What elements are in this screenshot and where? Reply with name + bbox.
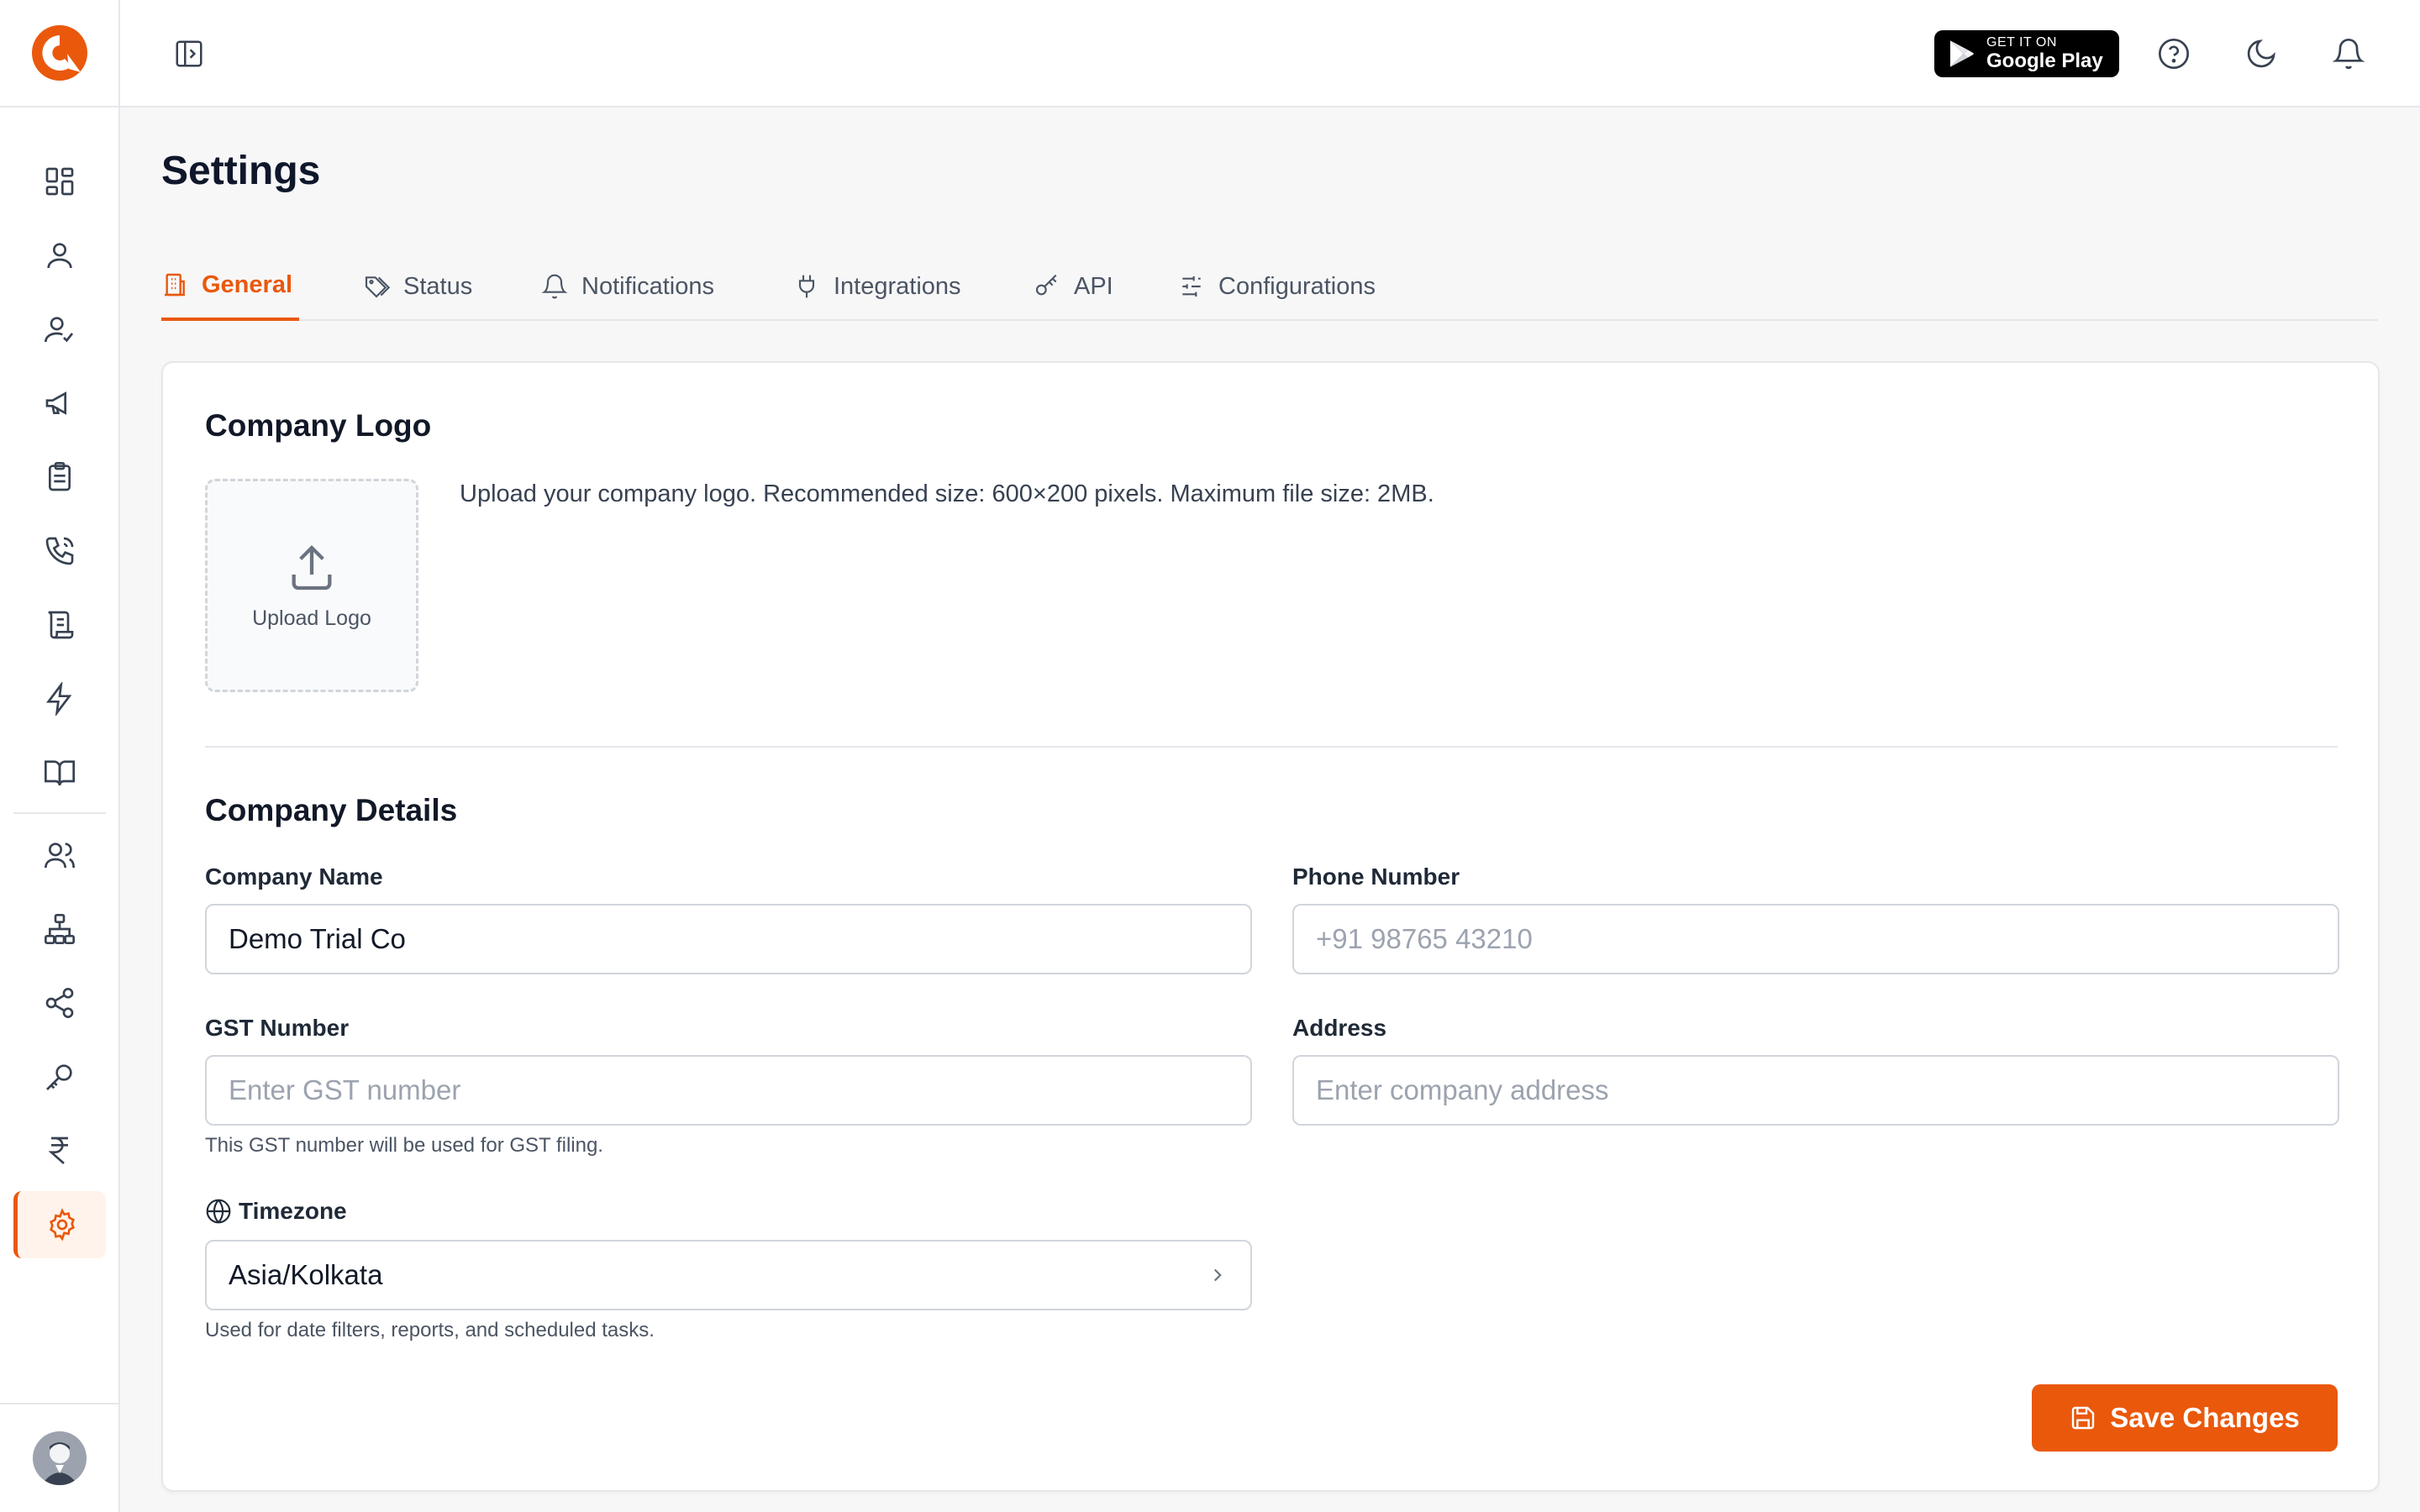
timezone-select[interactable]: Asia/Kolkata [205, 1240, 1252, 1310]
gst-number-label: GST Number [205, 1015, 350, 1041]
company-details-heading: Company Details [205, 793, 458, 827]
address-label: Address [1292, 1015, 1387, 1041]
clipboard-icon [49, 462, 71, 491]
help-circle-icon [2159, 39, 2189, 69]
sidebar-item-knowledge[interactable] [13, 739, 106, 806]
sidebar-item-share[interactable] [13, 969, 106, 1037]
save-changes-label: Save Changes [2110, 1402, 2300, 1433]
user-icon [47, 243, 72, 269]
user-check-icon [45, 317, 74, 343]
tab-label: Integrations [834, 272, 961, 300]
scroll-icon [48, 611, 74, 639]
zap-icon [46, 682, 72, 716]
sidebar-item-billing[interactable] [13, 1117, 106, 1184]
tab-label: Status [403, 272, 473, 300]
timezone-value: Asia/Kolkata [229, 1259, 383, 1290]
users-icon [45, 843, 75, 869]
timezone-label: Timezone [205, 1198, 347, 1225]
upload-logo-description: Upload your company logo. Recommended si… [460, 480, 1434, 507]
app-logo[interactable] [0, 0, 118, 108]
tab-label: General [202, 270, 292, 298]
tag-icon [365, 276, 390, 298]
sidebar-item-tasks[interactable] [13, 444, 106, 511]
megaphone-icon [45, 391, 66, 415]
gst-number-hint: This GST number will be used for GST fil… [205, 1134, 603, 1157]
sitemap-icon [45, 914, 75, 944]
sidebar-item-settings[interactable] [13, 1191, 106, 1258]
tab-notifications[interactable]: Notifications [541, 252, 714, 321]
google-play-small: GET IT ON [1986, 35, 2057, 50]
key-icon [46, 1064, 72, 1090]
avatar-icon [32, 1431, 87, 1485]
tab-general[interactable]: General [161, 252, 299, 321]
upload-logo-dropzone[interactable]: Upload Logo [205, 479, 418, 692]
page-title: Settings [161, 149, 321, 193]
sidebar-item-keys[interactable] [13, 1043, 106, 1110]
tab-label: API [1074, 272, 1113, 300]
company-name-input[interactable] [205, 904, 1252, 974]
sidebar-footer [0, 1403, 118, 1512]
upload-icon [292, 544, 332, 590]
sidebar [0, 0, 120, 1512]
phone-number-label: Phone Number [1292, 864, 1460, 890]
company-name-label: Company Name [205, 864, 383, 890]
help-button[interactable] [2155, 35, 2192, 72]
sidebar-item-team[interactable] [13, 822, 106, 889]
google-play-big: Google Play [1986, 50, 2103, 72]
dashboard-icon [45, 167, 74, 196]
sidebar-item-calls[interactable] [13, 517, 106, 585]
sidebar-item-scripts[interactable] [13, 591, 106, 659]
sidebar-item-automations[interactable] [13, 665, 106, 732]
bell-icon [2332, 39, 2365, 70]
rupee-icon [48, 1137, 68, 1164]
timezone-label-text: Timezone [239, 1198, 347, 1224]
save-icon [2071, 1406, 2095, 1430]
tab-label: Notifications [581, 272, 714, 300]
tab-integrations[interactable]: Integrations [793, 252, 961, 321]
share-icon [45, 988, 74, 1018]
address-input[interactable] [1292, 1055, 2339, 1126]
globe-icon [206, 1199, 231, 1224]
sliders-icon [1182, 276, 1201, 297]
gst-number-input[interactable] [205, 1055, 1252, 1126]
avatar[interactable] [32, 1431, 87, 1485]
timezone-hint: Used for date filters, reports, and sche… [205, 1319, 655, 1341]
sidebar-item-leads[interactable] [13, 296, 106, 363]
sidebar-item-contacts[interactable] [13, 222, 106, 289]
key-icon [1035, 274, 1057, 296]
notifications-button[interactable] [2330, 35, 2367, 72]
play-store-icon [1949, 40, 1974, 67]
chevron-right-icon [1213, 1268, 1222, 1282]
brand-logo-icon [31, 25, 87, 81]
tab-status[interactable]: Status [363, 252, 472, 321]
section-divider [205, 746, 2338, 748]
company-logo-heading: Company Logo [205, 408, 432, 443]
plug-icon [798, 275, 815, 298]
panel-toggle-icon [176, 40, 203, 67]
book-open-icon [45, 760, 75, 786]
sidebar-item-hierarchy[interactable] [13, 895, 106, 963]
tab-label: Configurations [1218, 272, 1376, 300]
app-root: GET IT ON Google Play Settings General S… [0, 0, 2420, 1512]
phone-call-icon [45, 537, 74, 565]
phone-number-input[interactable] [1292, 904, 2339, 974]
sidebar-divider [13, 812, 106, 814]
top-bar: GET IT ON Google Play [120, 0, 2420, 108]
bell-icon [541, 274, 568, 299]
google-play-text: GET IT ON Google Play [1986, 36, 2103, 71]
sidebar-item-dashboard[interactable] [13, 148, 106, 215]
tab-configurations[interactable]: Configurations [1178, 252, 1376, 321]
moon-icon [2247, 39, 2275, 68]
settings-tabs: General Status Notifications Integration… [161, 252, 2378, 321]
upload-logo-label: Upload Logo [252, 606, 371, 630]
tab-api[interactable]: API [1034, 252, 1113, 321]
google-play-badge[interactable]: GET IT ON Google Play [1934, 30, 2119, 77]
building-icon [165, 273, 185, 297]
gear-icon [49, 1208, 75, 1242]
general-settings-card: Company Logo Upload Logo Upload your com… [161, 361, 2380, 1492]
sidebar-item-campaigns[interactable] [13, 370, 106, 437]
sidebar-toggle-button[interactable] [172, 37, 206, 71]
theme-toggle-button[interactable] [2243, 35, 2280, 72]
save-changes-button[interactable]: Save Changes [2032, 1384, 2338, 1452]
